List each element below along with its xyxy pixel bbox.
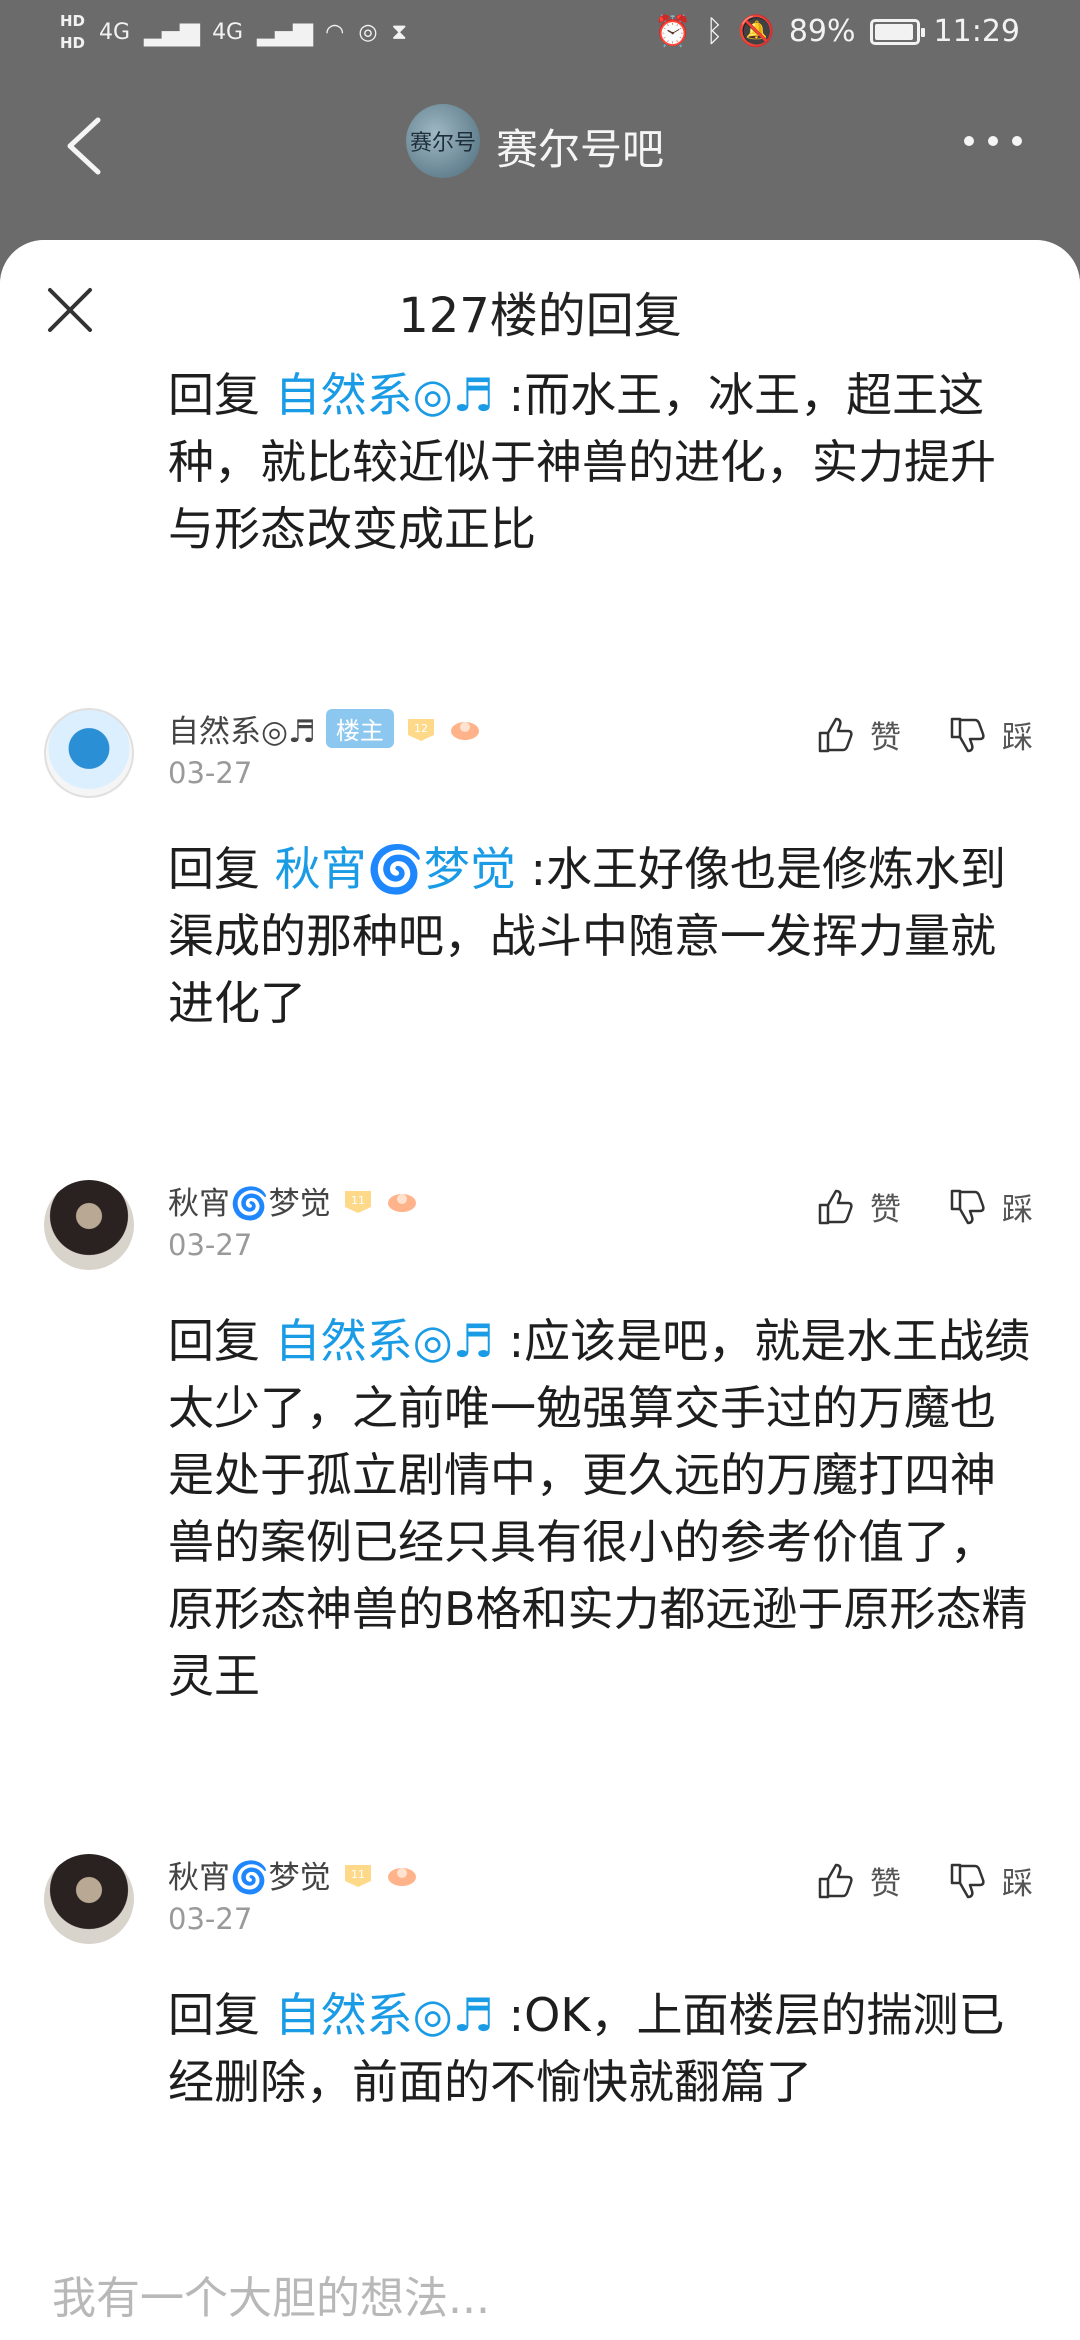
svg-text:12: 12 <box>414 722 428 735</box>
status-left: HD HD 4G ▂▄▆ 4G ▂▄▆ ◠ ◎ ⧗ <box>60 10 407 54</box>
bluetooth-icon: ᛒ <box>705 14 724 49</box>
svg-text:11: 11 <box>351 1194 365 1207</box>
comment-header: 秋宵🌀梦觉 11 03-27 赞 踩 <box>0 1854 1080 1954</box>
dislike-label: 踩 <box>1002 1192 1033 1228</box>
like-label: 赞 <box>870 1866 901 1902</box>
user-name[interactable]: 自然系◎♬ <box>168 706 316 751</box>
avatar[interactable] <box>44 1180 134 1270</box>
owner-badge: 楼主 <box>325 709 394 748</box>
network1-label: 4G <box>99 19 131 45</box>
forum-title[interactable]: 赛尔号吧 <box>496 116 664 177</box>
signal2-icon: ▂▄▆ <box>257 17 313 47</box>
comment-date: 03-27 <box>168 1902 253 1936</box>
reply-content: :应该是吧，就是水王战绩太少了，之前唯一勉强算交手过的万魔也是处于孤立剧情中，更… <box>168 1314 1031 1703</box>
forum-avatar[interactable]: 赛尔号 <box>406 104 480 178</box>
like-button[interactable]: 赞 <box>816 712 901 757</box>
like-label: 赞 <box>870 720 901 756</box>
dislike-button[interactable]: 踩 <box>948 712 1033 757</box>
like-button[interactable]: 赞 <box>816 1858 901 1903</box>
level-badge-icon: 12 <box>407 718 434 741</box>
comment-header: 秋宵🌀梦觉 11 03-27 赞 踩 <box>0 1180 1080 1280</box>
like-button[interactable]: 赞 <box>816 1184 901 1229</box>
comment-header: 自然系◎♬ 楼主 12 03-27 赞 踩 <box>0 708 1080 808</box>
mute-icon: 🔕 <box>737 14 775 49</box>
user-name-row: 秋宵🌀梦觉 11 <box>168 1852 419 1897</box>
reply-target-link[interactable]: 自然系◎♬ <box>275 368 494 422</box>
forum-avatar-text: 赛尔号 <box>409 131 476 156</box>
reply-prefix: 回复 <box>168 1314 260 1368</box>
clock: 11:29 <box>933 14 1020 49</box>
comment-date: 03-27 <box>168 1228 253 1262</box>
network2-label: 4G <box>212 19 244 45</box>
sheet-title: 127楼的回复 <box>398 288 682 344</box>
svg-text:11: 11 <box>351 1868 365 1881</box>
user-name-row: 秋宵🌀梦觉 11 <box>168 1178 419 1223</box>
alarm-icon: ⏰ <box>654 14 692 49</box>
battery-icon <box>869 18 925 45</box>
top-nav: 赛尔号 赛尔号吧 <box>0 72 1080 222</box>
thumbs-up-icon <box>818 717 853 752</box>
hd2-label: HD <box>60 34 86 52</box>
dislike-button[interactable]: 踩 <box>948 1184 1033 1229</box>
thumbs-up-icon <box>818 1863 853 1898</box>
user-name[interactable]: 秋宵🌀梦觉 <box>168 1178 331 1223</box>
reply-target-link[interactable]: 自然系◎♬ <box>275 1988 494 2042</box>
game-badge-icon <box>450 721 479 740</box>
hd1-label: HD <box>60 12 86 30</box>
more-icon[interactable] <box>964 136 1022 146</box>
hd-indicator: HD HD <box>60 10 85 54</box>
user-name[interactable]: 秋宵🌀梦觉 <box>168 1852 331 1897</box>
battery-percent: 89% <box>788 14 856 49</box>
sync-icon: ◎ <box>358 19 378 45</box>
reply-target-link[interactable]: 自然系◎♬ <box>275 1314 494 1368</box>
level-badge-icon: 11 <box>344 1864 371 1887</box>
back-icon[interactable] <box>62 116 106 176</box>
sheet-header: 127楼的回复 <box>0 240 1080 372</box>
reply-target-link[interactable]: 秋宵🌀梦觉 <box>275 842 516 896</box>
thumbs-up-icon <box>818 1189 853 1224</box>
user-name-row: 自然系◎♬ 楼主 12 <box>168 706 482 751</box>
game-badge-icon <box>387 1867 416 1886</box>
thumbs-down-icon <box>950 1189 985 1224</box>
dislike-label: 踩 <box>1002 720 1033 756</box>
like-label: 赞 <box>870 1192 901 1228</box>
status-bar: HD HD 4G ▂▄▆ 4G ▂▄▆ ◠ ◎ ⧗ ⏰ ᛒ 🔕 89% 11:2… <box>0 0 1080 72</box>
reply-prefix: 回复 <box>168 368 260 422</box>
reply-prefix: 回复 <box>168 842 260 896</box>
avatar[interactable] <box>44 708 134 798</box>
reply-text: 回复 自然系◎♬ :应该是吧，就是水王战绩太少了，之前唯一勉强算交手过的万魔也是… <box>168 1308 1038 1710</box>
thumbs-down-icon <box>950 717 985 752</box>
reply-text: 回复 秋宵🌀梦觉 :水王好像也是修炼水到渠成的那种吧，战斗中随意一发挥力量就进化… <box>168 836 1038 1037</box>
dislike-button[interactable]: 踩 <box>948 1858 1033 1903</box>
reply-prefix: 回复 <box>168 1988 260 2042</box>
game-badge-icon <box>387 1193 416 1212</box>
reply-sheet: 127楼的回复 回复 自然系◎♬ :而水王，冰王，超王这种，就比较近似于神兽的进… <box>0 240 1080 2340</box>
signal1-icon: ▂▄▆ <box>144 17 200 47</box>
thumbs-down-icon <box>950 1863 985 1898</box>
avatar[interactable] <box>44 1854 134 1944</box>
wifi-icon: ◠ <box>325 19 345 45</box>
status-right: ⏰ ᛒ 🔕 89% 11:29 <box>654 14 1020 49</box>
hourglass-icon: ⧗ <box>391 19 407 45</box>
reply-input-placeholder[interactable]: 我有一个大胆的想法... <box>52 2262 490 2326</box>
reply-text: 回复 自然系◎♬ :OK，上面楼层的揣测已经删除，前面的不愉快就翻篇了 <box>168 1982 1038 2116</box>
reply-input-bar[interactable]: 我有一个大胆的想法... <box>0 2230 1080 2340</box>
comment-date: 03-27 <box>168 756 253 790</box>
reply-text: 回复 自然系◎♬ :而水王，冰王，超王这种，就比较近似于神兽的进化，实力提升与形… <box>168 362 1038 563</box>
level-badge-icon: 11 <box>344 1190 371 1213</box>
dislike-label: 踩 <box>1002 1866 1033 1902</box>
